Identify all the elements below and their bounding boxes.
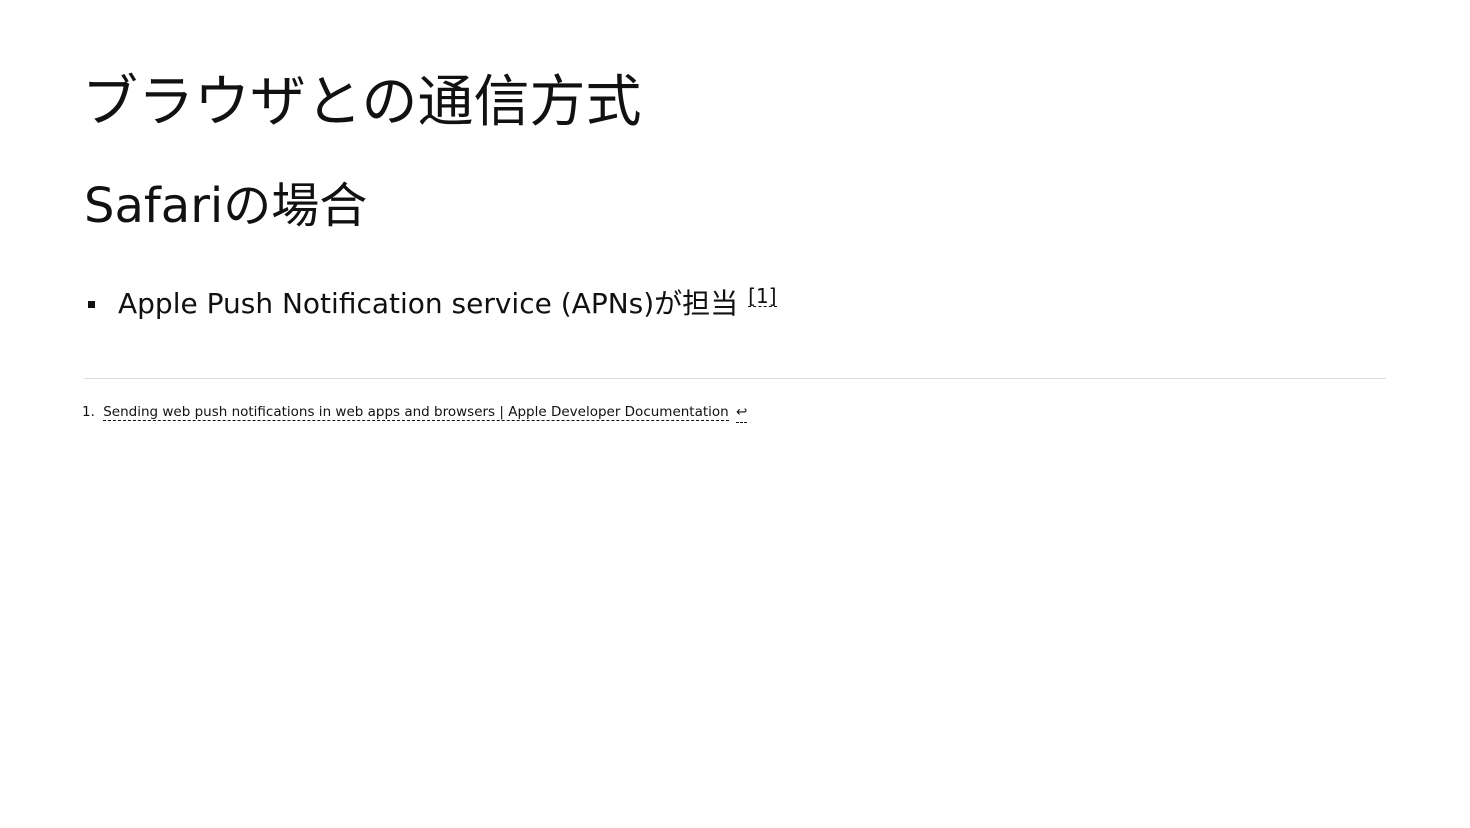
slide-title: ブラウザとの通信方式 [82, 70, 642, 135]
bullet-list: Apple Push Notification service (APNs)が担… [84, 284, 777, 324]
footnote-item: 1. Sending web push notifications in web… [82, 402, 748, 423]
bullet-item: Apple Push Notification service (APNs)が担… [84, 284, 777, 324]
bullet-text: Apple Push Notification service (APNs)が担… [118, 287, 739, 320]
footnotes-list: 1. Sending web push notifications in web… [82, 402, 748, 423]
footnote-reference-link[interactable]: [1] [748, 286, 777, 307]
footnote-separator [84, 378, 1386, 379]
square-bullet-icon [88, 300, 95, 308]
footnote-number: 1. [82, 404, 95, 420]
slide: ブラウザとの通信方式 Safariの場合 Apple Push Notifica… [0, 0, 1470, 828]
slide-subtitle: Safariの場合 [84, 178, 368, 234]
footnote-source-link[interactable]: Sending web push notifications in web ap… [103, 404, 729, 421]
return-arrow-icon[interactable]: ↩ [736, 402, 748, 423]
